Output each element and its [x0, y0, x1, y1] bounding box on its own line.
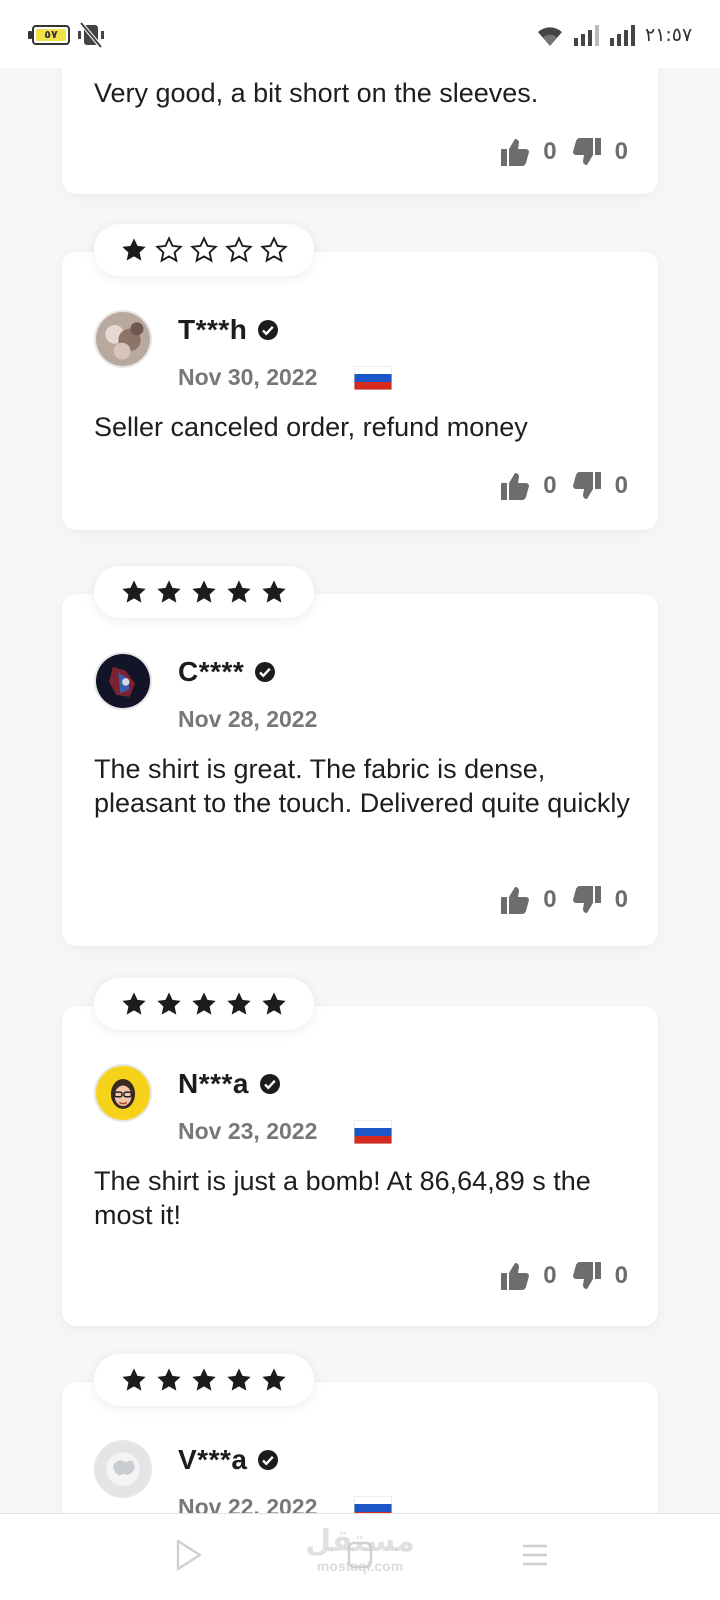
verified-check-icon — [255, 662, 276, 682]
menu-icon[interactable] — [520, 1542, 550, 1568]
star-rating — [94, 978, 314, 1030]
status-bar: ٥٧ ٢١:٥٧ — [0, 0, 720, 68]
battery-icon: ٥٧ — [28, 25, 70, 45]
signal-icon — [574, 25, 599, 46]
star-icon — [122, 580, 146, 603]
review-card: T***h Nov 30, 2022 Seller canceled order… — [62, 252, 658, 530]
avatar — [94, 310, 152, 368]
review-date: Nov 28, 2022 — [178, 706, 318, 732]
status-time: ٢١:٥٧ — [645, 24, 693, 46]
star-icon — [122, 238, 146, 261]
home-icon[interactable] — [346, 1540, 374, 1570]
star-icon — [122, 1368, 146, 1391]
star-icon — [227, 580, 251, 603]
signal-icon — [610, 25, 635, 46]
reviewer-name: T***h — [178, 314, 279, 346]
review-date: Nov 23, 2022 — [178, 1118, 318, 1144]
thumbs-down-icon[interactable] — [571, 470, 603, 502]
review-votes: 0 0 — [499, 470, 628, 502]
thumbs-up-icon[interactable] — [499, 470, 531, 502]
review-text: The shirt is great. The fabric is dense,… — [94, 754, 630, 818]
star-icon — [227, 992, 251, 1015]
avatar — [94, 652, 152, 710]
star-icon — [192, 1368, 216, 1391]
review-text: Very good, a bit short on the sleeves. — [94, 78, 539, 108]
star-icon — [262, 992, 286, 1015]
russia-flag-icon — [354, 366, 392, 390]
russia-flag-icon — [354, 1120, 392, 1144]
thumbs-up-icon[interactable] — [499, 884, 531, 916]
review-votes: 0 0 — [499, 1260, 628, 1292]
back-icon[interactable] — [174, 1538, 204, 1572]
review-text: Seller canceled order, refund money — [94, 412, 528, 442]
review-text: The shirt is just a bomb! At 86,64,89 s … — [94, 1166, 591, 1230]
star-outline-icon — [190, 236, 218, 263]
star-icon — [262, 580, 286, 603]
thumbs-up-icon[interactable] — [499, 1260, 531, 1292]
like-count: 0 — [543, 886, 557, 913]
like-count: 0 — [543, 1262, 557, 1289]
thumbs-down-icon[interactable] — [571, 884, 603, 916]
reviewer-name: C**** — [178, 656, 276, 688]
dislike-count: 0 — [614, 472, 628, 499]
review-card: C**** Nov 28, 2022 The shirt is great. T… — [62, 594, 658, 946]
thumbs-down-icon[interactable] — [571, 136, 603, 168]
like-count: 0 — [543, 472, 557, 499]
star-icon — [157, 992, 181, 1015]
review-votes: 0 0 — [499, 136, 628, 168]
dislike-count: 0 — [614, 138, 628, 165]
system-navigation-bar: مستقل mostaql.com — [0, 1513, 720, 1600]
battery-level: ٥٧ — [36, 29, 66, 41]
verified-check-icon — [258, 320, 279, 340]
star-icon — [122, 992, 146, 1015]
reviewer-name: V***a — [178, 1444, 279, 1476]
star-icon — [157, 1368, 181, 1391]
verified-check-icon — [258, 1450, 279, 1470]
star-outline-icon — [260, 236, 288, 263]
like-count: 0 — [543, 138, 557, 165]
dislike-count: 0 — [614, 1262, 628, 1289]
thumbs-down-icon[interactable] — [571, 1260, 603, 1292]
avatar — [94, 1064, 152, 1122]
star-rating — [94, 1354, 314, 1406]
star-icon — [192, 992, 216, 1015]
star-icon — [262, 1368, 286, 1391]
reviewer-name: N***a — [178, 1068, 281, 1100]
star-outline-icon — [155, 236, 183, 263]
review-card: N***a Nov 23, 2022 The shirt is just a b… — [62, 1006, 658, 1326]
star-icon — [192, 580, 216, 603]
thumbs-up-icon[interactable] — [499, 136, 531, 168]
verified-check-icon — [259, 1074, 280, 1094]
star-outline-icon — [225, 236, 253, 263]
mute-icon — [78, 22, 104, 48]
review-date: Nov 30, 2022 — [178, 364, 318, 390]
star-icon — [227, 1368, 251, 1391]
wifi-icon — [538, 27, 562, 46]
dislike-count: 0 — [614, 886, 628, 913]
review-votes: 0 0 — [499, 884, 628, 916]
star-rating — [94, 224, 314, 276]
star-rating — [94, 566, 314, 618]
star-icon — [157, 580, 181, 603]
avatar — [94, 1440, 152, 1498]
